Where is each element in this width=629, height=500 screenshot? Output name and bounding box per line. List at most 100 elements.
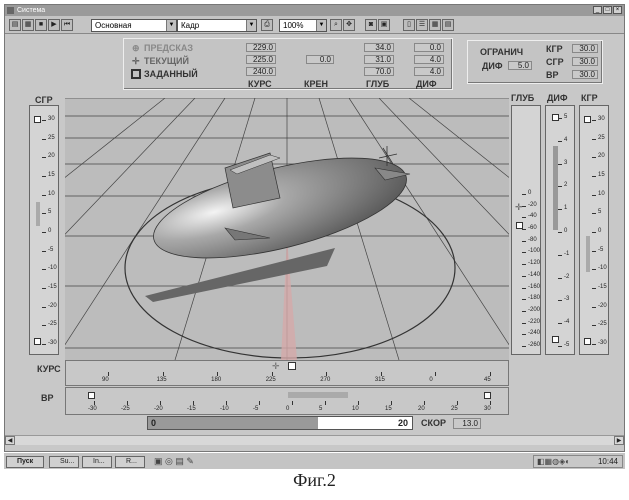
sgr-tick-label: 10 — [48, 191, 55, 197]
tray-icons[interactable]: ◧▦◍◈◐ — [537, 457, 570, 466]
limits-dif-value[interactable]: 5.0 — [508, 61, 532, 70]
vr-tick-label: -30 — [88, 406, 97, 412]
col-kurs: КУРС — [248, 79, 272, 89]
maximize-button[interactable]: □ — [603, 6, 612, 14]
close-button[interactable]: × — [613, 6, 622, 14]
kgr-scale[interactable]: 302520151050-5-10-15-20-25-30 — [579, 105, 609, 355]
kurs-tick-label: 315 — [375, 377, 385, 383]
sgr-tick-mark — [42, 307, 46, 308]
vr-tick-label: -5 — [253, 406, 258, 412]
predicted-marker-icon: ⊕ — [132, 43, 140, 54]
kgr-limit-marker-top[interactable] — [584, 116, 591, 123]
start-button[interactable]: Пуск — [6, 456, 44, 468]
vr-tick-mark — [160, 401, 161, 405]
list-icon[interactable]: ☰ — [416, 19, 428, 31]
kurs-tick-label: 180 — [211, 377, 221, 383]
vr-tick-mark — [94, 401, 95, 405]
glub-tick-label: -200 — [528, 307, 540, 313]
kurs-tick-label: 90 — [102, 377, 109, 383]
dif-limit-marker-bottom[interactable] — [552, 336, 559, 343]
kurs-current: 225.0 — [246, 55, 276, 64]
move-icon[interactable]: ✥ — [343, 19, 355, 31]
glub-scale[interactable]: 0-20-40-60-80-100-120-140-160-180-200-22… — [511, 105, 541, 355]
sgr-label: СГР — [35, 95, 53, 105]
kgr-tick-label: -30 — [598, 340, 607, 346]
kgr-tick-label: 20 — [598, 153, 605, 159]
dif-tick-mark — [558, 278, 562, 279]
legend-target: ЗАДАННЫЙ — [144, 69, 198, 79]
camera-icon[interactable]: ◙ — [365, 19, 377, 31]
glub-tick-mark — [522, 288, 526, 289]
sgr-limit-marker-bottom[interactable] — [34, 338, 41, 345]
kurs-scale[interactable]: ✛ 90135180225270315045 — [65, 360, 509, 386]
glub-tick-label: -40 — [528, 213, 537, 219]
grid-icon[interactable]: ▦ — [429, 19, 441, 31]
vr-limit-marker-right[interactable] — [484, 392, 491, 399]
glub-tick-mark — [522, 276, 526, 277]
vr-tick-mark — [226, 401, 227, 405]
view-icon[interactable]: ▣ — [378, 19, 390, 31]
frame-select[interactable]: Кадр▼ — [177, 19, 257, 32]
submarine-3d-view[interactable] — [65, 98, 509, 360]
task-button-1[interactable]: Su... — [49, 456, 79, 468]
zoom-select[interactable]: 100%▼ — [279, 19, 327, 32]
kgr-tick-label: 10 — [598, 191, 605, 197]
print-icon[interactable]: ⎙ — [261, 19, 273, 31]
vr-tick-label: -25 — [121, 406, 130, 412]
limit-sgr-value[interactable]: 30.0 — [572, 57, 598, 66]
dif-bar — [553, 146, 558, 230]
glub-tick-mark — [522, 323, 526, 324]
sgr-scale[interactable]: 302520151050-5-10-15-20-25-30 — [29, 105, 59, 355]
speed-bar[interactable]: 0 20 — [147, 416, 413, 430]
sgr-limit-marker-top[interactable] — [34, 116, 41, 123]
zoom-icon[interactable]: ⌕ — [330, 19, 342, 31]
dif-limit-marker-top[interactable] — [552, 114, 559, 121]
vr-tick-mark — [292, 401, 293, 405]
open-icon[interactable]: ▤ — [9, 19, 21, 31]
sgr-tick-mark — [42, 232, 46, 233]
kgr-limit-marker-bottom[interactable] — [584, 338, 591, 345]
dif-scale[interactable]: 543210-1-2-3-4-5 — [545, 105, 575, 355]
app-icon — [7, 7, 14, 14]
mode-select[interactable]: Основная▼ — [91, 19, 177, 32]
quicklaunch-icons[interactable]: ▣ ◎ ▤ ✎ — [154, 456, 194, 467]
layout-icon[interactable]: ▤ — [442, 19, 454, 31]
dif-tick-mark — [558, 209, 562, 210]
mode-select-value: Основная — [95, 21, 132, 30]
vr-tick-mark — [457, 401, 458, 405]
kgr-tick-label: 25 — [598, 135, 605, 141]
glub-label: ГЛУБ — [511, 93, 534, 103]
vr-tick-label: 0 — [286, 406, 289, 412]
vr-limit-marker-left[interactable] — [88, 392, 95, 399]
clock: 10:44 — [598, 457, 618, 466]
task-button-3[interactable]: R... — [115, 456, 145, 468]
kgr-tick-mark — [592, 269, 596, 270]
glub-tick-label: -160 — [528, 284, 540, 290]
speed-value: 20 — [398, 418, 408, 428]
horizontal-scrollbar[interactable]: ◀ ▶ — [5, 435, 624, 445]
minimize-button[interactable]: _ — [593, 6, 602, 14]
scroll-right-icon[interactable]: ▶ — [614, 436, 624, 445]
col-glub: ГЛУБ — [366, 79, 389, 89]
zoom-select-value: 100% — [283, 21, 303, 30]
glub-tick-mark — [522, 299, 526, 300]
limit-kgr-label: КГР — [546, 44, 563, 54]
kurs-target-marker[interactable] — [288, 362, 296, 370]
record-icon[interactable]: ■ — [35, 19, 47, 31]
limit-vr-value[interactable]: 30.0 — [572, 70, 598, 79]
kgr-indicator — [586, 236, 590, 272]
panel-icon[interactable]: ▯ — [403, 19, 415, 31]
dif-predicted: 0.0 — [414, 43, 444, 52]
play-icon[interactable]: ▶ — [48, 19, 60, 31]
scroll-left-icon[interactable]: ◀ — [5, 436, 15, 445]
dif-tick-label: 4 — [564, 137, 567, 143]
limit-kgr-value[interactable]: 30.0 — [572, 44, 598, 53]
vr-scale[interactable]: -30-25-20-15-10-5051015202530 — [65, 387, 509, 415]
legend-predicted: ПРЕДСКАЗ — [144, 43, 193, 53]
save-icon[interactable]: ▦ — [22, 19, 34, 31]
task-button-2[interactable]: In... — [82, 456, 112, 468]
glub-tick-label: -260 — [528, 342, 540, 348]
glub-target-marker[interactable] — [516, 222, 523, 229]
kgr-tick-mark — [592, 307, 596, 308]
rewind-icon[interactable]: ⏮ — [61, 19, 73, 31]
